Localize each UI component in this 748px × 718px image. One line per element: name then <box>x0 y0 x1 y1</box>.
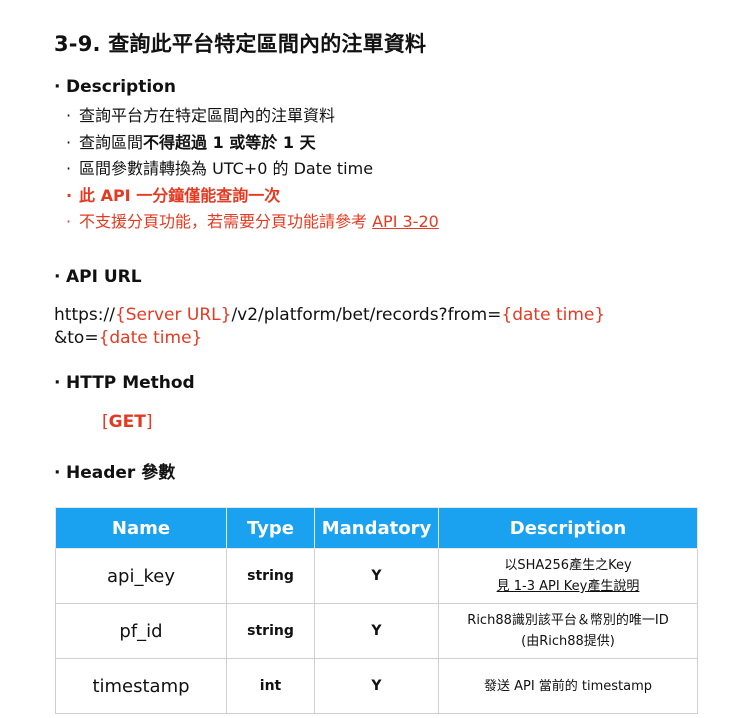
method-label: GET <box>108 412 146 432</box>
description-heading-label: Description <box>66 77 176 97</box>
api-3-20-link[interactable]: API 3-20 <box>372 212 439 231</box>
param-description: Rich88識別該平台＆幣別的唯一ID (由Rich88提供) <box>438 603 698 659</box>
url-server-placeholder: {Server URL} <box>114 305 232 325</box>
page-title: 3-9. 查詢此平台特定區間內的注單資料 <box>54 32 427 56</box>
url-path: /v2/platform/bet/records?from= <box>231 305 502 325</box>
param-description: 以SHA256產生之Key 見 1-3 API Key產生說明 <box>438 548 698 604</box>
param-mandatory: Y <box>314 603 439 659</box>
column-header-type: Type <box>226 507 315 549</box>
table-row: api_key string Y 以SHA256產生之Key 見 1-3 API… <box>55 548 698 604</box>
table-row: pf_id string Y Rich88識別該平台＆幣別的唯一ID (由Ric… <box>55 603 698 659</box>
param-description: 發送 API 當前的 timestamp <box>438 658 698 714</box>
param-name: api_key <box>55 548 227 604</box>
api-key-doc-link[interactable]: 見 1-3 API Key產生說明 <box>439 576 697 597</box>
list-item-text: 查詢區間 <box>79 132 144 152</box>
document-page: 3-9. 查詢此平台特定區間內的注單資料 · Description · 查詢平台方… <box>0 0 748 718</box>
list-item-warning: · 此 API 一分鐘僅能查詢一次 <box>66 185 281 205</box>
bracket-open: [ <box>102 412 109 432</box>
url-scheme: https:// <box>54 305 115 325</box>
header-params-heading: · Header 參數 <box>54 463 176 483</box>
list-item-bold-text: 不得超過 1 或等於 1 天 <box>143 132 316 152</box>
param-mandatory: Y <box>314 548 439 604</box>
list-item-text: 區間參數請轉換為 UTC+0 的 Date time <box>79 159 374 178</box>
api-url-line-2: &to={date time} <box>54 328 202 348</box>
param-type: string <box>226 548 315 604</box>
list-item-text: 查詢平台方在特定區間內的注單資料 <box>79 106 336 125</box>
bracket-close: ] <box>145 412 153 432</box>
param-type: int <box>226 658 315 714</box>
list-item: · 查詢區間不得超過 1 或等於 1 天 <box>66 132 316 152</box>
url-from-placeholder: {date time} <box>501 305 606 325</box>
header-params-heading-label: Header 參數 <box>66 463 176 483</box>
api-url-line-1: https://{Server URL}/v2/platform/bet/rec… <box>54 305 605 325</box>
header-params-table: Name Type Mandatory Description api_key … <box>55 507 698 714</box>
list-item: · 查詢平台方在特定區間內的注單資料 <box>66 106 336 125</box>
http-method-heading: · HTTP Method <box>54 373 195 393</box>
description-list: · 查詢平台方在特定區間內的注單資料 · 查詢區間不得超過 1 或等於 1 天 · 區… <box>66 103 439 236</box>
list-item-text: 不支援分頁功能，若需要分頁功能請參考 <box>79 212 373 231</box>
http-method-heading-label: HTTP Method <box>66 373 195 393</box>
param-name: pf_id <box>55 603 227 659</box>
param-description-line: (由Rich88提供) <box>521 634 615 649</box>
param-description-line: Rich88識別該平台＆幣別的唯一ID <box>467 613 669 628</box>
list-item-warning: · 不支援分頁功能，若需要分頁功能請參考 API 3-20 <box>66 212 439 231</box>
api-url-heading: · API URL <box>54 267 142 287</box>
table-row: timestamp int Y 發送 API 當前的 timestamp <box>55 658 698 714</box>
param-description-line: 發送 API 當前的 timestamp <box>483 678 653 694</box>
param-type: string <box>226 603 315 659</box>
column-header-name: Name <box>55 507 227 549</box>
http-method-value: [GET] <box>102 412 152 432</box>
description-heading: · Description <box>54 77 176 97</box>
list-item: · 區間參數請轉換為 UTC+0 的 Date time <box>66 159 374 178</box>
column-header-description: Description <box>438 507 698 549</box>
param-name: timestamp <box>55 658 227 714</box>
table-header-row: Name Type Mandatory Description <box>55 507 698 549</box>
param-mandatory: Y <box>314 658 439 714</box>
api-url-heading-label: API URL <box>66 267 142 287</box>
column-header-mandatory: Mandatory <box>314 507 439 549</box>
url-to-param: &to= <box>54 328 99 348</box>
param-description-line: 以SHA256產生之Key <box>504 558 632 573</box>
url-to-placeholder: {date time} <box>98 328 203 348</box>
list-item-text: 此 API 一分鐘僅能查詢一次 <box>79 185 281 205</box>
